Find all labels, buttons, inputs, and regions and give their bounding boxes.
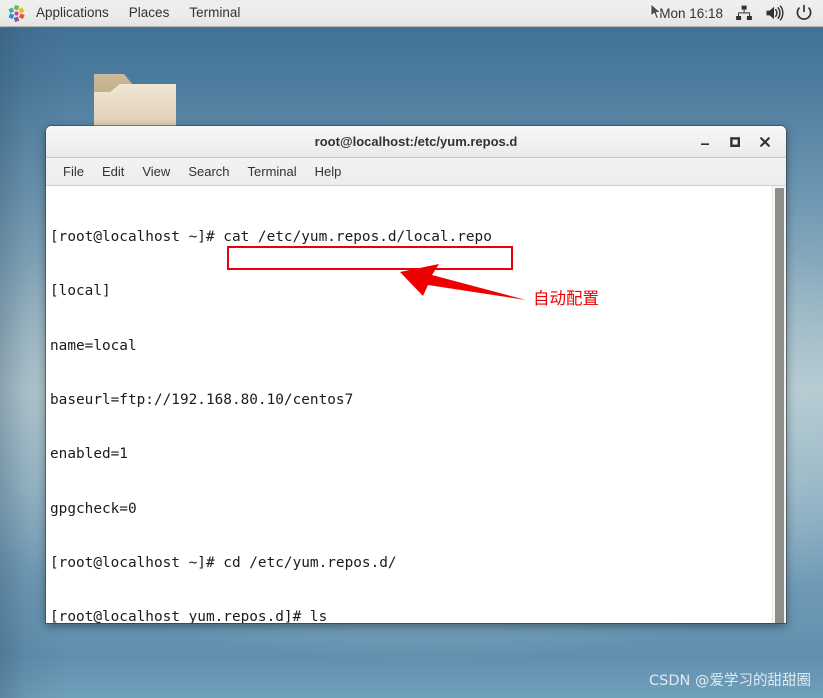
terminal-menu-bar: File Edit View Search Terminal Help xyxy=(46,158,786,186)
terminal-scrollbar[interactable] xyxy=(772,186,786,623)
terminal-line: [root@localhost yum.repos.d]# ls xyxy=(50,609,328,623)
terminal-line: gpgcheck=0 xyxy=(50,500,137,517)
panel-terminal-menu[interactable]: Terminal xyxy=(179,0,250,26)
window-title: root@localhost:/etc/yum.repos.d xyxy=(314,134,518,149)
desktop-folder-icon[interactable] xyxy=(92,68,178,134)
terminal-line: enabled=1 xyxy=(50,446,128,463)
terminal-window[interactable]: root@localhost:/etc/yum.repos.d File Edi… xyxy=(46,126,786,623)
shell-command: cat /etc/yum.repos.d/local.repo xyxy=(223,229,492,246)
top-panel: Applications Places Terminal Mon 16:18 xyxy=(0,0,823,27)
close-button[interactable] xyxy=(750,130,780,154)
volume-icon[interactable] xyxy=(764,3,784,23)
shell-prompt: [root@localhost ~]# xyxy=(50,229,224,246)
terminal-output: [root@localhost ~]# cat /etc/yum.repos.d… xyxy=(50,192,772,623)
annotation-label: 自动配置 xyxy=(533,289,599,308)
menu-item-view[interactable]: View xyxy=(133,159,179,185)
scrollbar-thumb[interactable] xyxy=(775,188,784,623)
terminal-title-bar[interactable]: root@localhost:/etc/yum.repos.d xyxy=(46,126,786,158)
terminal-body[interactable]: [root@localhost ~]# cat /etc/yum.repos.d… xyxy=(46,186,786,623)
menu-item-search[interactable]: Search xyxy=(179,159,238,185)
watermark: CSDN @爱学习的甜甜圈 xyxy=(649,673,811,689)
terminal-line: [local] xyxy=(50,283,111,300)
menu-item-edit[interactable]: Edit xyxy=(93,159,133,185)
menu-item-file[interactable]: File xyxy=(54,159,93,185)
terminal-screen[interactable]: [root@localhost ~]# cat /etc/yum.repos.d… xyxy=(46,186,772,623)
menu-item-help[interactable]: Help xyxy=(306,159,351,185)
minimize-button[interactable] xyxy=(690,130,720,154)
network-icon[interactable] xyxy=(734,3,754,23)
terminal-line: [root@localhost ~]# cat /etc/yum.repos.d… xyxy=(50,228,772,246)
menu-item-terminal[interactable]: Terminal xyxy=(239,159,306,185)
terminal-line: [root@localhost ~]# cd /etc/yum.repos.d/ xyxy=(50,554,397,571)
power-icon[interactable] xyxy=(794,3,814,23)
terminal-line: baseurl=ftp://192.168.80.10/centos7 xyxy=(50,392,354,409)
window-controls xyxy=(690,130,786,154)
applications-pinwheel-icon[interactable] xyxy=(8,4,25,22)
panel-applications-menu[interactable]: Applications xyxy=(26,0,119,26)
maximize-button[interactable] xyxy=(720,130,750,154)
terminal-line: name=local xyxy=(50,337,137,354)
panel-places-menu[interactable]: Places xyxy=(119,0,180,26)
panel-clock[interactable]: Mon 16:18 xyxy=(653,6,729,21)
